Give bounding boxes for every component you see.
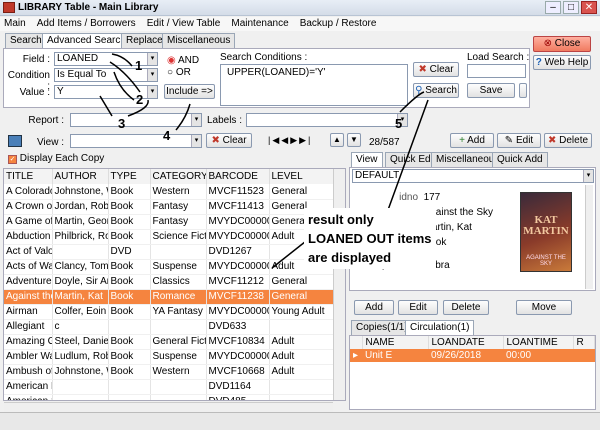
arrow-4	[175, 103, 191, 131]
arrow-2b	[113, 71, 135, 101]
arrow-5	[399, 91, 425, 113]
annotation-number-5: 5	[395, 116, 403, 131]
arrow-3a	[99, 95, 113, 117]
result-annotation: result only LOANED OUT items are display…	[304, 208, 436, 269]
annotation-number-2: 2	[136, 92, 144, 107]
annotation-number-1: 1	[135, 58, 143, 73]
annotation-number-4: 4	[163, 128, 171, 143]
annotation-arrows	[99, 53, 429, 269]
arrow-5b	[387, 99, 429, 211]
annotation-number-3: 3	[118, 116, 126, 131]
arrow-1	[111, 53, 133, 67]
